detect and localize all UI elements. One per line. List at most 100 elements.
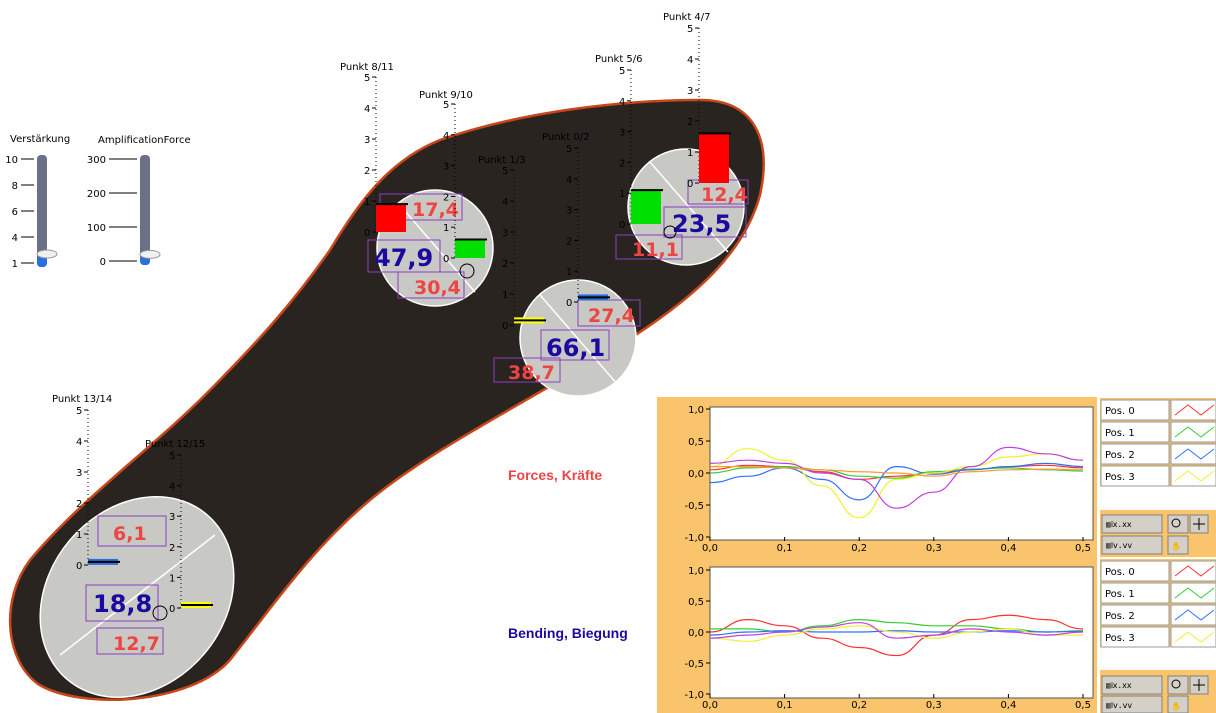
gauge-tick-label: 0 bbox=[169, 604, 175, 615]
zoom-button[interactable] bbox=[1167, 675, 1189, 695]
legend-swatch[interactable] bbox=[1170, 399, 1216, 421]
gauge-bar bbox=[699, 133, 729, 183]
force-a-value: 12,4 bbox=[701, 184, 748, 206]
x-tick-label: 0,1 bbox=[777, 543, 793, 554]
gauge-tick-label: 5 bbox=[364, 73, 370, 84]
gauge-label: Punkt 5/6 bbox=[595, 54, 643, 65]
stage: 6,1 18,8 12,7 27,4 66,1 38,7 17,4 47,9 3… bbox=[5, 12, 1216, 713]
slider-track[interactable] bbox=[140, 155, 150, 265]
x-tick-label: 0,2 bbox=[851, 543, 867, 554]
legend-label: Pos. 0 bbox=[1105, 406, 1135, 417]
slider-tick-label: 300 bbox=[87, 155, 106, 166]
hand-icon: ✋ bbox=[1171, 541, 1181, 551]
legend-swatch[interactable] bbox=[1170, 421, 1216, 443]
gauge-tick-label: 2 bbox=[364, 166, 370, 177]
x-tick-label: 0,3 bbox=[926, 543, 942, 554]
gauge-label: Punkt 8/11 bbox=[340, 62, 394, 73]
legend-swatch[interactable] bbox=[1170, 626, 1216, 648]
legend-swatch[interactable] bbox=[1170, 604, 1216, 626]
gauge-tick-label: 3 bbox=[443, 162, 449, 173]
y-tick-label: 0,0 bbox=[688, 469, 704, 480]
slider-tick-label: 8 bbox=[12, 181, 18, 192]
gauge-tick-label: 4 bbox=[364, 104, 370, 115]
gauge-tick-label: 3 bbox=[502, 228, 508, 239]
x-scale-format-icon: ▥ⅸ.ⅹⅹ bbox=[1106, 520, 1132, 529]
legend-label: Pos. 1 bbox=[1105, 428, 1135, 439]
bending-value: 23,5 bbox=[672, 210, 731, 238]
x-tick-label: 0,0 bbox=[702, 543, 718, 554]
slider-thumb[interactable] bbox=[139, 249, 161, 259]
gauge-bar bbox=[376, 204, 406, 232]
gauge-tick-label: 4 bbox=[76, 437, 82, 448]
x-tick-label: 0,5 bbox=[1075, 700, 1091, 711]
gauge-bar bbox=[631, 190, 661, 224]
forces-chart: 1,00,50,0-0,5-1,00,0 0,1 0,2 0,3 0,4 0,5 bbox=[657, 397, 1097, 557]
gauge-label: Punkt 12/15 bbox=[145, 439, 205, 450]
y-tick-label: 0,0 bbox=[688, 628, 704, 639]
force-b-value: 12,7 bbox=[113, 633, 160, 655]
gauge-tick-label: 0 bbox=[619, 220, 625, 231]
gauge-bar bbox=[455, 239, 485, 258]
gauge-tick-label: 0 bbox=[443, 254, 449, 265]
slider-thumb[interactable] bbox=[36, 249, 58, 259]
gauge-tick-label: 4 bbox=[502, 197, 508, 208]
legend-swatch[interactable] bbox=[1170, 465, 1216, 487]
slider-title: Verstärkung bbox=[10, 134, 70, 145]
gauge-label: Punkt 0/2 bbox=[542, 132, 590, 143]
gauge-tick-label: 2 bbox=[443, 192, 449, 203]
y-tick-label: 0,5 bbox=[688, 597, 704, 608]
force-b-value: 11,1 bbox=[632, 239, 679, 261]
gauge-tick-label: 5 bbox=[502, 166, 508, 177]
legend-label: Pos. 3 bbox=[1105, 472, 1135, 483]
gauge-label: Punkt 1/3 bbox=[478, 155, 526, 166]
gauge-tick-label: 1 bbox=[619, 189, 625, 200]
gauge-label: Punkt 4/7 bbox=[663, 12, 711, 23]
gauge-tick-label: 4 bbox=[566, 175, 572, 186]
bending-graph-palette: ▥ⅸ.ⅹⅹ ▥ⅼⅴ.ⅴⅴ ✋ bbox=[1100, 670, 1216, 713]
slider-tick-label: 200 bbox=[87, 189, 106, 200]
force-a-value: 6,1 bbox=[113, 523, 147, 545]
gauge-tick-label: 1 bbox=[443, 223, 449, 234]
gauge-tick-label: 4 bbox=[443, 131, 449, 142]
slider: Verstärkung 10 8 6 4 1 bbox=[5, 134, 70, 270]
slider-tick-label: 6 bbox=[12, 207, 18, 218]
gauge-tick-label: 3 bbox=[687, 86, 693, 97]
zoom-button[interactable] bbox=[1167, 514, 1189, 534]
forces-graph-palette: ▥ⅸ.ⅹⅹ ▥ⅼⅴ.ⅴⅴ ✋ bbox=[1100, 510, 1216, 557]
gauge-tick-label: 2 bbox=[169, 543, 175, 554]
gauge-tick-label: 2 bbox=[76, 499, 82, 510]
legend-label: Pos. 2 bbox=[1105, 450, 1135, 461]
gauge-tick-label: 3 bbox=[566, 206, 572, 217]
slider-tick-label: 0 bbox=[100, 257, 106, 268]
legend-swatch[interactable] bbox=[1170, 582, 1216, 604]
gauge-tick-label: 3 bbox=[169, 512, 175, 523]
bending-legend: Pos. 0 Pos. 1 Pos. 2 Pos. 3 bbox=[1100, 559, 1216, 648]
gauge-tick-label: 5 bbox=[76, 406, 82, 417]
legend-swatch[interactable] bbox=[1170, 560, 1216, 582]
y-tick-label: 0,5 bbox=[688, 437, 704, 448]
forces-chart-label: Forces, Kräfte bbox=[508, 467, 602, 483]
legend-swatch[interactable] bbox=[1170, 443, 1216, 465]
gauge-tick-label: 0 bbox=[364, 228, 370, 239]
bending-chart: 1,00,50,0-0,5-1,00,0 0,1 0,2 0,3 0,4 0,5 bbox=[657, 557, 1097, 713]
y-tick-label: 1,0 bbox=[688, 405, 704, 416]
forces-legend: Pos. 0 Pos. 1 Pos. 2 Pos. 3 bbox=[1100, 398, 1216, 487]
x-tick-label: 0,5 bbox=[1075, 543, 1091, 554]
gauge-tick-label: 3 bbox=[76, 468, 82, 479]
gauge-tick-label: 4 bbox=[169, 482, 175, 493]
gauge-tick-label: 1 bbox=[169, 573, 175, 584]
gauge-label: Punkt 13/14 bbox=[52, 394, 112, 405]
slider-title: AmplificationForce bbox=[98, 135, 191, 146]
force-a-value: 17,4 bbox=[412, 199, 459, 221]
gauge-tick-label: 1 bbox=[364, 197, 370, 208]
slider-tick-label: 4 bbox=[12, 233, 18, 244]
gauge-tick-label: 2 bbox=[619, 158, 625, 169]
y-tick-label: -0,5 bbox=[684, 501, 704, 512]
x-tick-label: 0,0 bbox=[702, 700, 718, 711]
gauge-tick-label: 5 bbox=[566, 144, 572, 155]
gauge-tick-label: 3 bbox=[619, 128, 625, 139]
sliders: Verstärkung 10 8 6 4 1 AmplificationForce 300 20… bbox=[5, 134, 190, 270]
gauge-tick-label: 1 bbox=[566, 267, 572, 278]
x-tick-label: 0,3 bbox=[926, 700, 942, 711]
legend-label: Pos. 1 bbox=[1105, 589, 1135, 600]
